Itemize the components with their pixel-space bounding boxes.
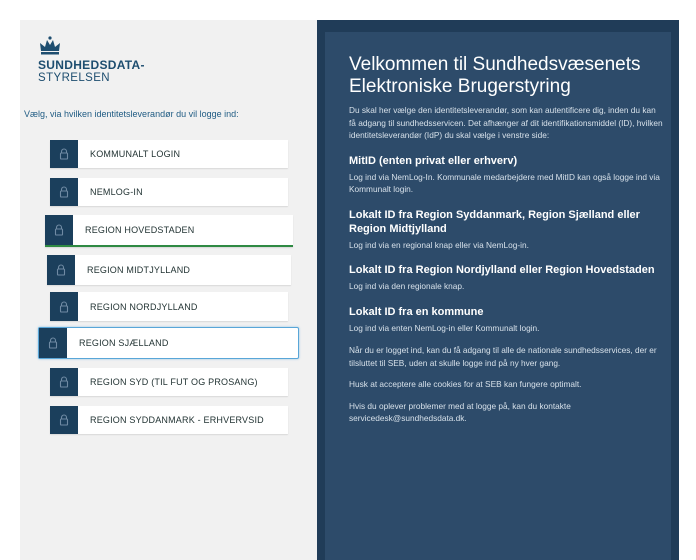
idp-button-region-midtjylland[interactable]: REGION MIDTJYLLAND: [47, 255, 291, 285]
idp-button-label: NEMLOG-IN: [90, 187, 143, 197]
lock-icon: [50, 178, 78, 206]
brand-line2: STYRELSEN: [38, 72, 110, 84]
idp-button-label: REGION SYDDANMARK - ERHVERVSID: [90, 415, 264, 425]
section-heading-region-nord-hoved: Lokalt ID fra Region Nordjylland eller R…: [349, 264, 655, 276]
info-paragraph-access: Når du er logget ind, kan du få adgang t…: [349, 345, 657, 368]
section-text-region-nord-hoved: Log ind via den regionale knap.: [349, 281, 465, 291]
page-title: Velkommen til Sundhedsvæsenets Elektroni…: [349, 54, 641, 97]
info-panel: Velkommen til Sundhedsvæsenets Elektroni…: [317, 20, 679, 560]
lock-icon: [39, 328, 67, 358]
section-text-region-syd-sj-midt: Log ind via en regional knap eller via N…: [349, 239, 529, 250]
idp-button-label: REGION HOVEDSTADEN: [85, 225, 195, 235]
idp-button-region-sjaelland[interactable]: REGION SJÆLLAND: [38, 327, 299, 359]
lock-icon: [47, 255, 75, 285]
idp-button-label: REGION SYD (TIL FUT OG PROSANG): [90, 377, 258, 387]
info-card: Velkommen til Sundhedsvæsenets Elektroni…: [325, 32, 671, 560]
lock-icon: [50, 140, 78, 168]
idp-button-label: REGION MIDTJYLLAND: [87, 265, 191, 275]
section-heading-mitid: MitID (enten privat eller erhverv): [349, 154, 518, 167]
lock-icon: [50, 368, 78, 396]
info-paragraph-cookies: Husk at acceptere alle cookies for at SE…: [349, 379, 582, 389]
idp-button-kommunalt-login[interactable]: KOMMUNALT LOGIN: [50, 140, 288, 168]
brand-line1: SUNDHEDSDATA-: [38, 58, 145, 72]
idp-button-region-hovedstaden[interactable]: REGION HOVEDSTADEN: [45, 215, 293, 247]
idp-button-label: REGION NORDJYLLAND: [90, 301, 198, 312]
login-panel: SUNDHEDSDATA- STYRELSEN Vælg, via hvilke…: [20, 20, 317, 560]
section-text-kommune: Log ind via enten NemLog-in eller Kommun…: [349, 322, 540, 333]
section-heading-region-syd-sj-midt: Lokalt ID fra Region Syddanmark, Region …: [349, 208, 640, 235]
crown-icon: [40, 36, 60, 55]
idp-button-label: REGION SJÆLLAND: [79, 338, 169, 348]
idp-button-region-nordjylland[interactable]: REGION NORDJYLLAND: [50, 292, 288, 321]
section-heading-kommune: Lokalt ID fra en kommune: [349, 305, 484, 318]
idp-button-region-syd-fut-prosang[interactable]: REGION SYD (TIL FUT OG PROSANG): [50, 368, 288, 396]
idp-button-nemlog-in[interactable]: NEMLOG-IN: [50, 178, 288, 206]
lock-icon: [50, 406, 78, 434]
lock-icon: [50, 292, 78, 321]
section-text-mitid: Log ind via NemLog-In. Kommunale medarbe…: [349, 171, 660, 195]
idp-button-region-syddanmark-erhvervsid[interactable]: REGION SYDDANMARK - ERHVERVSID: [50, 406, 288, 434]
info-paragraph-support: Hvis du oplever problemer med at logge p…: [349, 400, 571, 424]
logo: SUNDHEDSDATA- STYRELSEN: [38, 36, 145, 84]
idp-button-label: KOMMUNALT LOGIN: [90, 149, 181, 159]
idp-instruction: Vælg, via hvilken identitetsleverandør d…: [24, 109, 239, 119]
info-intro: Du skal her vælge den identitetsleverand…: [349, 105, 663, 140]
lock-icon: [45, 215, 73, 245]
